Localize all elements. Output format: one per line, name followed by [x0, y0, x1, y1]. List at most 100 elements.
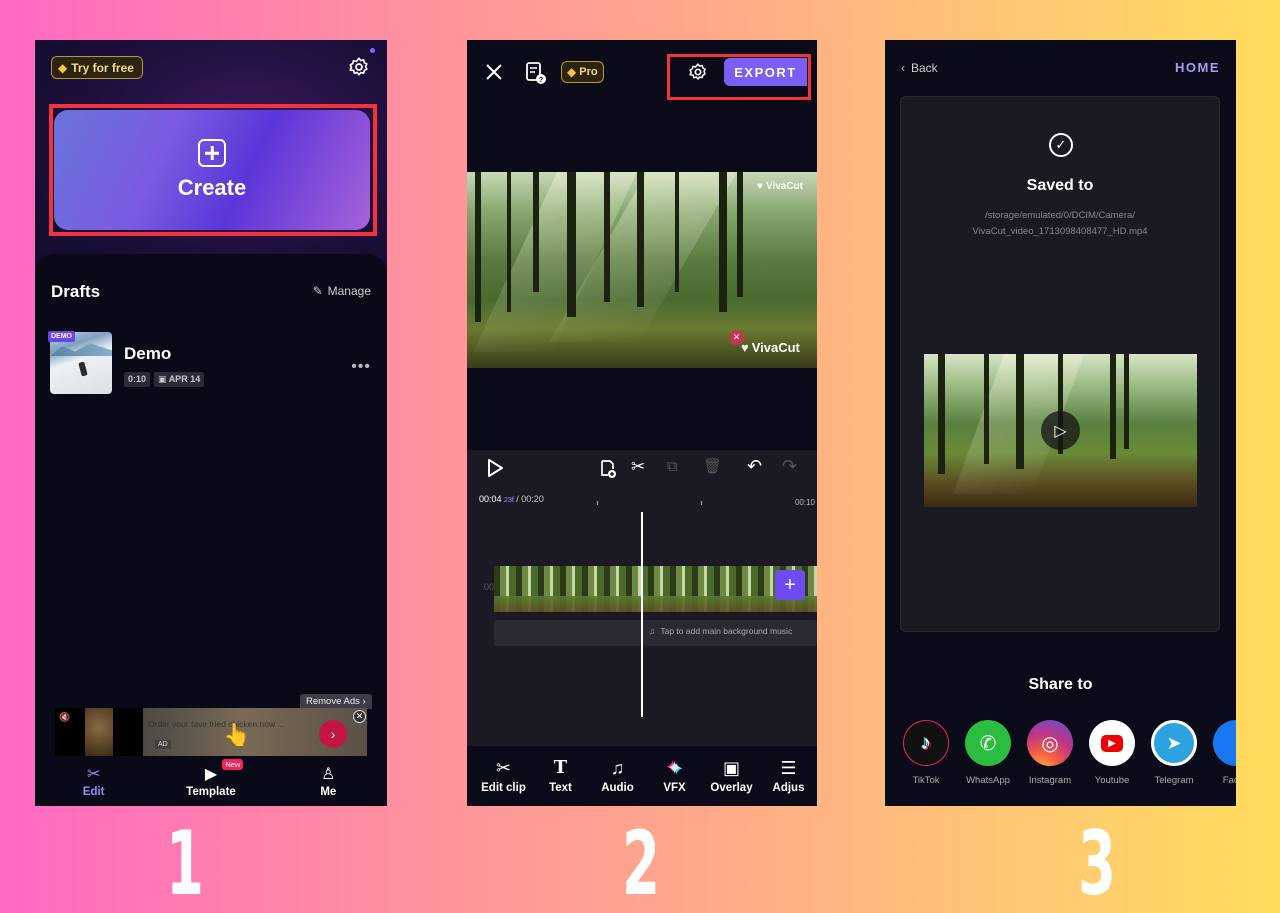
- youtube-play-glyph: ▶: [1101, 734, 1123, 752]
- ad-banner[interactable]: 🔇 Order your fave fried chicken now ... …: [55, 708, 367, 756]
- music-hint[interactable]: ♫ Tap to add main background music: [649, 626, 792, 636]
- saved-title: Saved to: [1026, 177, 1094, 194]
- ad-text: Order your fave fried chicken now ...: [148, 719, 285, 729]
- scissors-icon: ✂: [495, 757, 512, 778]
- new-badge: New: [222, 759, 244, 770]
- undo-icon[interactable]: ↶: [747, 456, 762, 477]
- overlay-icon: ▣: [722, 757, 740, 778]
- remove-ads-button[interactable]: Remove Ads ›: [300, 694, 372, 709]
- ad-media: 🔇: [55, 708, 143, 756]
- nav-template-label: Template: [186, 785, 236, 798]
- timeline-marker: 00:10: [794, 498, 815, 507]
- tree: [938, 354, 945, 474]
- tool-adjust[interactable]: ☰ Adjus: [760, 746, 817, 806]
- share-tiktok[interactable]: ♪ TikTok: [903, 720, 949, 786]
- nav-template[interactable]: ▶ Template New: [152, 758, 269, 806]
- timeline[interactable]: 00:04 23f / 00:20 00:10 00 + ♫ Tap to ad…: [467, 486, 817, 746]
- share-instagram[interactable]: ◎ Instagram: [1027, 720, 1073, 786]
- tool-text[interactable]: T Text: [532, 746, 589, 806]
- tool-audio[interactable]: ♫ Audio: [589, 746, 646, 806]
- demo-tag: DEMO: [48, 331, 75, 342]
- share-label: Telegram: [1154, 775, 1194, 786]
- video-clip-track[interactable]: [494, 566, 817, 612]
- youtube-icon: ▶: [1089, 720, 1135, 766]
- watermark-top: ♥ VivaCut: [757, 181, 803, 192]
- tool-edit-clip[interactable]: ✂ Edit clip: [475, 746, 532, 806]
- whatsapp-icon: ✆: [965, 720, 1011, 766]
- settings-gear-icon[interactable]: [688, 62, 708, 82]
- telegram-icon: ➤: [1151, 720, 1197, 766]
- play-button[interactable]: ▷: [1041, 411, 1080, 450]
- split-scissors-icon[interactable]: ✂: [631, 457, 645, 477]
- share-youtube[interactable]: ▶ Youtube: [1089, 720, 1135, 786]
- template-icon: ▶: [204, 765, 218, 783]
- instagram-icon: ◎: [1027, 720, 1073, 766]
- current-frame: 23f: [504, 497, 514, 504]
- mute-icon[interactable]: 🔇: [59, 712, 70, 723]
- tool-label: Audio: [601, 781, 634, 794]
- tree: [1124, 354, 1129, 449]
- tool-overlay[interactable]: ▣ Overlay: [703, 746, 760, 806]
- playhead[interactable]: [641, 512, 643, 717]
- draft-duration: 0:10: [124, 372, 151, 387]
- watermark-label: VivaCut: [765, 181, 803, 192]
- duplicate-icon[interactable]: ⧉: [667, 458, 678, 475]
- step-number-1: 1: [166, 812, 204, 913]
- share-facebook[interactable]: f Faceb: [1213, 720, 1236, 786]
- tree: [567, 172, 576, 317]
- redo-icon[interactable]: ↷: [782, 456, 797, 477]
- tool-vfx[interactable]: ✦ VFX: [646, 746, 703, 806]
- ad-close-button[interactable]: ✕: [353, 710, 366, 723]
- more-options-icon[interactable]: •••: [351, 358, 371, 376]
- share-label: TikTok: [912, 775, 940, 786]
- exported-video[interactable]: ▷: [924, 354, 1197, 507]
- settings-gear-icon[interactable]: [348, 56, 370, 78]
- help-doc-icon[interactable]: ?: [525, 61, 547, 85]
- draft-date: APR 14: [168, 374, 201, 384]
- tiktok-icon: ♪: [903, 720, 949, 766]
- facebook-icon: f: [1213, 720, 1236, 766]
- share-label: Instagram: [1028, 775, 1072, 786]
- vivacut-logo-icon: ♥: [741, 340, 749, 355]
- thumbnail-mountains: [50, 343, 112, 356]
- diamond-icon: ◆: [567, 65, 577, 79]
- ad-go-button[interactable]: ›: [319, 720, 347, 748]
- try-for-free-button[interactable]: ◆ Try for free: [51, 56, 143, 79]
- share-label: WhatsApp: [966, 775, 1010, 786]
- saved-path-line1: /storage/emulated/0/DCIM/Camera/: [985, 210, 1135, 221]
- tool-label: Adjus: [772, 781, 805, 794]
- total-time: / 00:20: [516, 494, 544, 504]
- notification-dot: [370, 48, 375, 53]
- share-telegram[interactable]: ➤ Telegram: [1151, 720, 1197, 786]
- clip-start-label: 00: [484, 582, 495, 592]
- pro-badge[interactable]: ◆ Pro: [561, 61, 604, 83]
- back-button[interactable]: ‹ Back: [901, 61, 938, 75]
- draft-name[interactable]: Demo: [124, 344, 171, 364]
- editor-topbar: ? ◆ Pro EXPORT: [467, 40, 817, 106]
- nav-edit[interactable]: ✂ Edit: [35, 758, 152, 806]
- nav-me[interactable]: ♙ Me: [270, 758, 387, 806]
- saved-card: ✓ Saved to /storage/emulated/0/DCIM/Came…: [900, 96, 1220, 632]
- step-number-3: 3: [1078, 812, 1116, 913]
- add-clip-button[interactable]: +: [775, 570, 805, 600]
- back-label: Back: [911, 61, 938, 75]
- diamond-icon: ◆: [58, 60, 68, 75]
- home-button[interactable]: HOME: [1175, 60, 1220, 75]
- profile-icon: ♙: [321, 765, 336, 783]
- create-button[interactable]: Create: [54, 110, 370, 230]
- ad-food-image: [85, 708, 113, 756]
- screen-home: ◆ Try for free Create Drafts ✎ Manage DE…: [35, 40, 387, 806]
- close-icon[interactable]: [485, 63, 503, 81]
- watermark-label: VivaCut: [751, 340, 800, 355]
- video-preview[interactable]: ♥ VivaCut ✕ ♥ VivaCut: [467, 172, 817, 368]
- save-icon: ▣: [158, 374, 169, 384]
- add-clip-icon[interactable]: [599, 459, 617, 479]
- export-button[interactable]: EXPORT: [724, 58, 807, 86]
- share-whatsapp[interactable]: ✆ WhatsApp: [965, 720, 1011, 786]
- play-icon[interactable]: [485, 458, 505, 478]
- saved-path-line2: VivaCut_video_1713098408477_HD.mp4: [972, 226, 1148, 237]
- manage-button[interactable]: ✎ Manage: [313, 284, 371, 298]
- bottom-nav: ✂ Edit ▶ Template New ♙ Me: [35, 758, 387, 806]
- delete-icon[interactable]: 🗑: [703, 457, 722, 475]
- sparkle-icon: ✦: [666, 757, 683, 778]
